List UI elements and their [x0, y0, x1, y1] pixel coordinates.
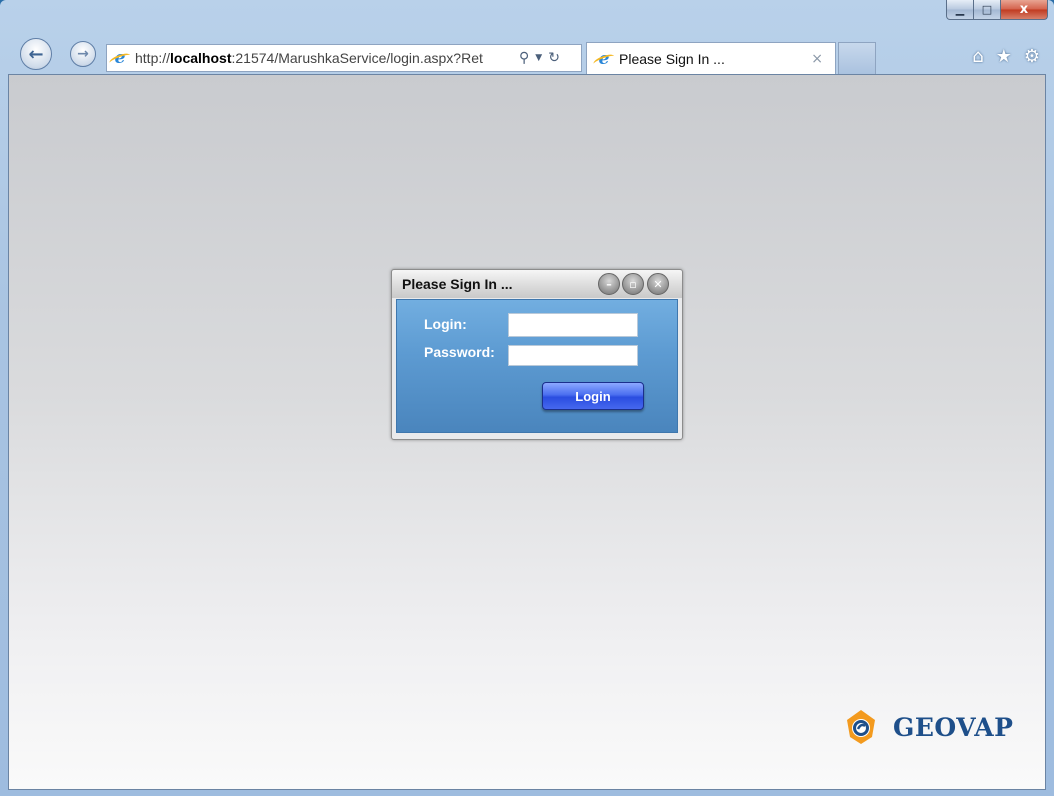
- dialog-close-button[interactable]: ✕: [647, 273, 669, 295]
- ie-tab-icon: e: [595, 50, 613, 68]
- login-label: Login:: [424, 316, 467, 332]
- logo-text: GEOVAP: [893, 712, 1014, 742]
- minus-icon: –: [606, 277, 612, 291]
- back-button[interactable]: ←: [20, 38, 52, 70]
- login-button[interactable]: Login: [542, 382, 644, 410]
- url-rest: :21574/MarushkaService/login.aspx?Ret: [231, 50, 483, 66]
- maximize-button[interactable]: □: [974, 0, 1001, 20]
- browser-toolbar: ← → e http://localhost:21574/MarushkaSer…: [0, 30, 1054, 74]
- url-prefix: http://: [135, 50, 171, 66]
- window-controls: ▁ □ x: [946, 0, 1048, 20]
- geovap-logo: GEOVAP: [841, 707, 1013, 747]
- tab-close-icon[interactable]: ×: [811, 51, 823, 67]
- url-text[interactable]: http://localhost:21574/MarushkaService/l…: [135, 50, 513, 66]
- dropdown-icon[interactable]: ▼: [535, 53, 542, 63]
- minimize-button[interactable]: ▁: [946, 0, 974, 20]
- refresh-icon[interactable]: ↻: [548, 50, 560, 66]
- address-icons: ⚲ ▼ ↻: [519, 50, 560, 66]
- search-icon[interactable]: ⚲: [519, 50, 529, 66]
- ie-page-icon: e: [111, 49, 129, 67]
- arrow-right-icon: →: [77, 46, 89, 62]
- dialog-maximize-button[interactable]: ▫: [622, 273, 644, 295]
- browser-window: ▁ □ x ← → e http://localhost:21574/Marus…: [0, 0, 1054, 796]
- star-icon[interactable]: ★: [996, 46, 1012, 67]
- dialog-minimize-button[interactable]: –: [598, 273, 620, 295]
- tab-active[interactable]: e Please Sign In ... ×: [586, 42, 836, 74]
- page-content: Please Sign In ... – ▫ ✕ Login: Password…: [8, 74, 1046, 790]
- window-icon: ▫: [629, 277, 637, 291]
- home-icon[interactable]: ⌂: [972, 46, 983, 67]
- forward-button[interactable]: →: [70, 41, 96, 67]
- geovap-logo-icon: [847, 710, 875, 744]
- close-icon: ✕: [653, 277, 663, 291]
- login-input[interactable]: [508, 313, 638, 337]
- dialog-title: Please Sign In ...: [402, 276, 513, 292]
- login-dialog: Please Sign In ... – ▫ ✕ Login: Password…: [391, 269, 683, 440]
- address-bar[interactable]: e http://localhost:21574/MarushkaService…: [106, 44, 582, 72]
- gear-icon[interactable]: ⚙: [1024, 46, 1040, 67]
- url-host: localhost: [170, 50, 232, 66]
- dialog-body: Login: Password: Login: [396, 299, 678, 433]
- dialog-titlebar[interactable]: Please Sign In ... – ▫ ✕: [392, 270, 682, 298]
- arrow-left-icon: ←: [28, 43, 44, 65]
- close-window-button[interactable]: x: [1001, 0, 1048, 20]
- new-tab-button[interactable]: [838, 42, 876, 74]
- browser-command-icons: ⌂ ★ ⚙: [972, 46, 1040, 67]
- tab-title: Please Sign In ...: [619, 50, 725, 67]
- password-input[interactable]: [508, 345, 638, 366]
- password-label: Password:: [424, 344, 495, 360]
